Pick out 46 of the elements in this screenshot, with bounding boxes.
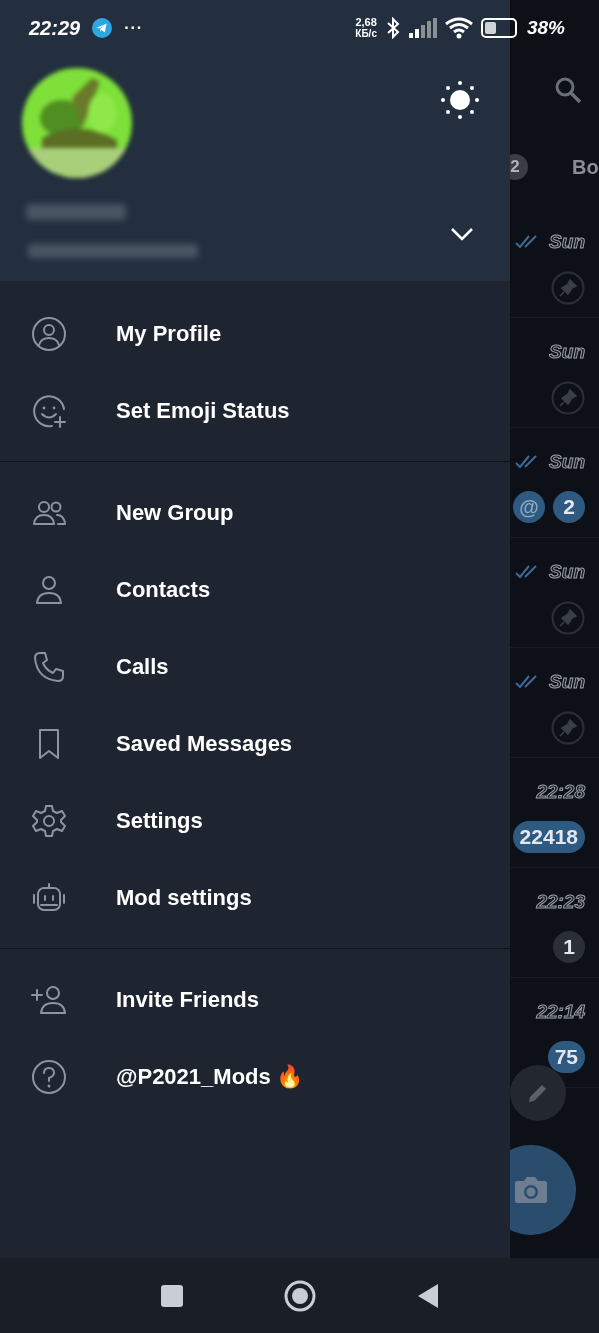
- signal-icon: [408, 18, 437, 38]
- status-time: 22:29: [29, 16, 81, 41]
- net-speed-unit: КБ/с: [355, 28, 377, 39]
- chat-time: 22:28: [536, 780, 585, 804]
- help-icon: [31, 1058, 67, 1095]
- chat-time: 22:23: [536, 890, 585, 914]
- unread-badge: 2: [553, 490, 585, 523]
- battery-icon: [480, 18, 517, 38]
- net-speed: 2,68: [355, 17, 377, 28]
- folder-tab[interactable]: Bo: [572, 152, 599, 182]
- chat-time: Sun: [549, 230, 585, 254]
- menu-item[interactable]: Mod settings: [0, 859, 510, 936]
- unread-badge: 75: [547, 1040, 585, 1073]
- menu-item[interactable]: @P2021_Mods 🔥: [0, 1038, 510, 1115]
- chat-time: Sun: [549, 670, 585, 694]
- mention-badge: @: [513, 490, 545, 523]
- chat-time: Sun: [549, 450, 585, 474]
- notification-more: ···: [124, 18, 144, 38]
- unread-badge: 22418: [512, 820, 585, 853]
- menu-item[interactable]: My Profile: [0, 295, 510, 372]
- menu-item[interactable]: Invite Friends: [0, 961, 510, 1038]
- wifi-icon: [444, 17, 473, 39]
- edit-button[interactable]: [510, 1065, 566, 1121]
- menu-item[interactable]: Settings: [0, 782, 510, 859]
- unread-badge: 1: [553, 930, 585, 963]
- user-circle-icon: [31, 315, 67, 352]
- settings-icon: [31, 802, 67, 839]
- theme-sun-icon[interactable]: [440, 80, 480, 120]
- smiley-plus-icon: [31, 392, 67, 429]
- recents-icon[interactable]: [159, 1283, 184, 1308]
- camera-icon: [513, 1175, 549, 1205]
- chat-time: Sun: [549, 340, 585, 364]
- chat-time: Sun: [549, 560, 585, 584]
- battery-percent: 38%: [526, 15, 565, 40]
- camera-button[interactable]: [510, 1145, 576, 1235]
- chat-time: 22:14: [536, 1000, 585, 1024]
- menu-item[interactable]: Saved Messages: [0, 705, 510, 782]
- menu-item[interactable]: New Group: [0, 474, 510, 551]
- search-icon[interactable]: [554, 76, 582, 104]
- menu-item[interactable]: Calls: [0, 628, 510, 705]
- telegram-icon: [92, 18, 113, 38]
- chevron-down-icon[interactable]: [450, 227, 474, 241]
- menu-item[interactable]: Set Emoji Status: [0, 372, 510, 449]
- tab-badge: 2: [510, 154, 528, 180]
- menu-item[interactable]: Contacts: [0, 551, 510, 628]
- home-icon[interactable]: [283, 1279, 316, 1312]
